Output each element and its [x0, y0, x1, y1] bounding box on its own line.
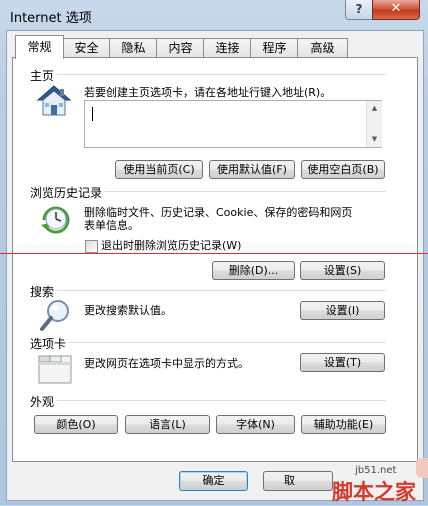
house-icon	[36, 84, 72, 118]
colors-button[interactable]: 颜色(O)	[34, 415, 118, 434]
watermark-site: jb51.net	[355, 465, 397, 476]
search-settings-button[interactable]: 设置(I)	[300, 301, 385, 320]
search-description: 更改搜索默认值。	[84, 304, 172, 317]
tab-content[interactable]: 内容	[156, 38, 205, 58]
tab-connections[interactable]: 连接	[203, 38, 252, 58]
history-settings-button[interactable]: 设置(S)	[300, 261, 385, 280]
tab-security[interactable]: 安全	[62, 38, 111, 58]
history-description-line2: 表单信息。	[84, 219, 139, 232]
tabs-separator	[30, 342, 386, 343]
tabs-window-icon	[38, 352, 72, 384]
home-separator	[30, 74, 386, 75]
fonts-button[interactable]: 字体(N)	[216, 415, 295, 434]
tab-advanced[interactable]: 高级	[297, 38, 348, 58]
close-button[interactable]: ✕	[372, 0, 420, 20]
watermark-brand: 脚本之家	[332, 480, 416, 504]
window-title: Internet 选项	[10, 11, 92, 26]
cancel-button[interactable]: 取	[263, 471, 333, 491]
delete-on-exit-label[interactable]: 退出时删除浏览历史记录(W)	[101, 239, 241, 252]
appearance-section-label: 外观	[30, 393, 58, 410]
ok-button[interactable]: 确定	[179, 471, 248, 491]
accessibility-button[interactable]: 辅助功能(E)	[301, 415, 386, 434]
title-bar: Internet 选项 ? ✕	[0, 0, 428, 30]
appearance-separator	[30, 400, 386, 401]
magnifier-icon	[38, 298, 74, 334]
clock-history-icon	[38, 203, 74, 237]
delete-history-button[interactable]: 删除(D)...	[212, 261, 295, 280]
history-section-label: 浏览历史记录	[30, 184, 106, 201]
search-separator	[30, 290, 386, 291]
use-default-button[interactable]: 使用默认值(F)	[209, 160, 295, 179]
languages-button[interactable]: 语言(L)	[125, 415, 210, 434]
tab-privacy[interactable]: 隐私	[109, 38, 158, 58]
tabs-settings-button[interactable]: 设置(T)	[300, 353, 385, 372]
home-section-label: 主页	[30, 67, 58, 84]
scroll-up-icon[interactable]: ▲	[367, 104, 382, 112]
text-caret	[92, 107, 93, 121]
tabs-section-label: 选项卡	[30, 335, 70, 352]
use-blank-button[interactable]: 使用空白页(B)	[301, 160, 385, 179]
address-scrollbar[interactable]: ▲ ▼	[366, 101, 382, 147]
tab-general[interactable]: 常规	[15, 35, 64, 59]
watermark-badge	[416, 458, 428, 478]
home-address-textarea[interactable]	[84, 100, 382, 148]
history-description-line1: 删除临时文件、历史记录、Cookie、保存的密码和网页	[84, 206, 353, 219]
tabs-description: 更改网页在选项卡中显示的方式。	[84, 357, 249, 370]
use-current-button[interactable]: 使用当前页(C)	[115, 160, 203, 179]
delete-on-exit-checkbox[interactable]	[85, 240, 98, 253]
red-guide-line	[0, 253, 428, 254]
scroll-down-icon[interactable]: ▼	[367, 135, 382, 143]
tab-programs[interactable]: 程序	[250, 38, 299, 58]
home-description: 若要创建主页选项卡，请在各地址行键入地址(R)。	[84, 86, 332, 99]
help-button[interactable]: ?	[345, 0, 373, 20]
